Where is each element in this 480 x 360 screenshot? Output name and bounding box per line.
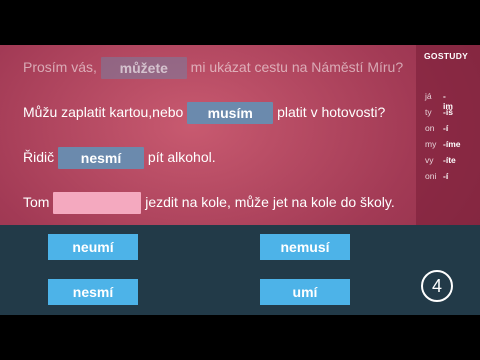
sentence-3-blank: nesmí bbox=[58, 147, 145, 170]
sentence-2-before: Můžu zaplatit kartou,nebo bbox=[23, 104, 188, 120]
conjugation-row: oni -í bbox=[425, 171, 448, 181]
conjugation-row: on -í bbox=[425, 123, 448, 133]
sentence-2-blank: musím bbox=[187, 102, 274, 125]
pronoun: já bbox=[425, 91, 432, 101]
video-frame: Prosím vás, můžete mi ukázat cestu na Ná… bbox=[0, 45, 480, 315]
exercise-number-badge: 4 bbox=[421, 270, 453, 302]
sentence-2-after: platit v hotovosti? bbox=[273, 104, 386, 120]
sentence-1-blank: můžete bbox=[100, 57, 187, 80]
sentence-4-after: jezdit na kole, může jet na kole do škol… bbox=[141, 194, 395, 210]
sentence-2: Můžu zaplatit kartou,nebo musím platit v… bbox=[23, 101, 386, 125]
answer-panel: neumí nemusí nesmí umí bbox=[0, 225, 480, 315]
ending: -íme bbox=[443, 139, 461, 149]
sentence-4-blank[interactable] bbox=[53, 192, 142, 215]
sentence-1-after: mi ukázat cestu na Náměstí Míru? bbox=[186, 59, 404, 75]
pronoun: oni bbox=[425, 171, 437, 181]
sentence-3-before: Řidič bbox=[23, 149, 59, 165]
option-button-nesmi[interactable]: nesmí bbox=[48, 279, 138, 305]
pronoun: on bbox=[425, 123, 435, 133]
pronoun: vy bbox=[425, 155, 434, 165]
ending: -í bbox=[443, 123, 449, 133]
pronoun: my bbox=[425, 139, 437, 149]
sentence-1-before: Prosím vás, bbox=[23, 59, 101, 75]
conjugation-row: já -im bbox=[425, 91, 453, 111]
conjugation-row: vy -íte bbox=[425, 155, 456, 165]
conjugation-sidebar: GOSTUDY já -im ty -íš on -í my -íme vy -… bbox=[416, 45, 480, 228]
option-button-nemusi[interactable]: nemusí bbox=[260, 234, 350, 260]
gostudy-logo: GOSTUDY bbox=[424, 51, 469, 61]
sentence-4-before: Tom bbox=[23, 194, 54, 210]
conjugation-row: my -íme bbox=[425, 139, 460, 149]
sentence-1: Prosím vás, můžete mi ukázat cestu na Ná… bbox=[23, 56, 404, 80]
sentence-4: Tom jezdit na kole, může jet na kole do … bbox=[23, 191, 395, 215]
ending: -íš bbox=[443, 107, 453, 117]
conjugation-row: ty -íš bbox=[425, 107, 453, 117]
ending: -íte bbox=[443, 155, 456, 165]
option-button-umi[interactable]: umí bbox=[260, 279, 350, 305]
option-button-neumi[interactable]: neumí bbox=[48, 234, 138, 260]
pronoun: ty bbox=[425, 107, 432, 117]
sentence-3-after: pít alkohol. bbox=[144, 149, 216, 165]
sentence-3: Řidič nesmí pít alkohol. bbox=[23, 146, 216, 170]
ending: -í bbox=[443, 171, 449, 181]
